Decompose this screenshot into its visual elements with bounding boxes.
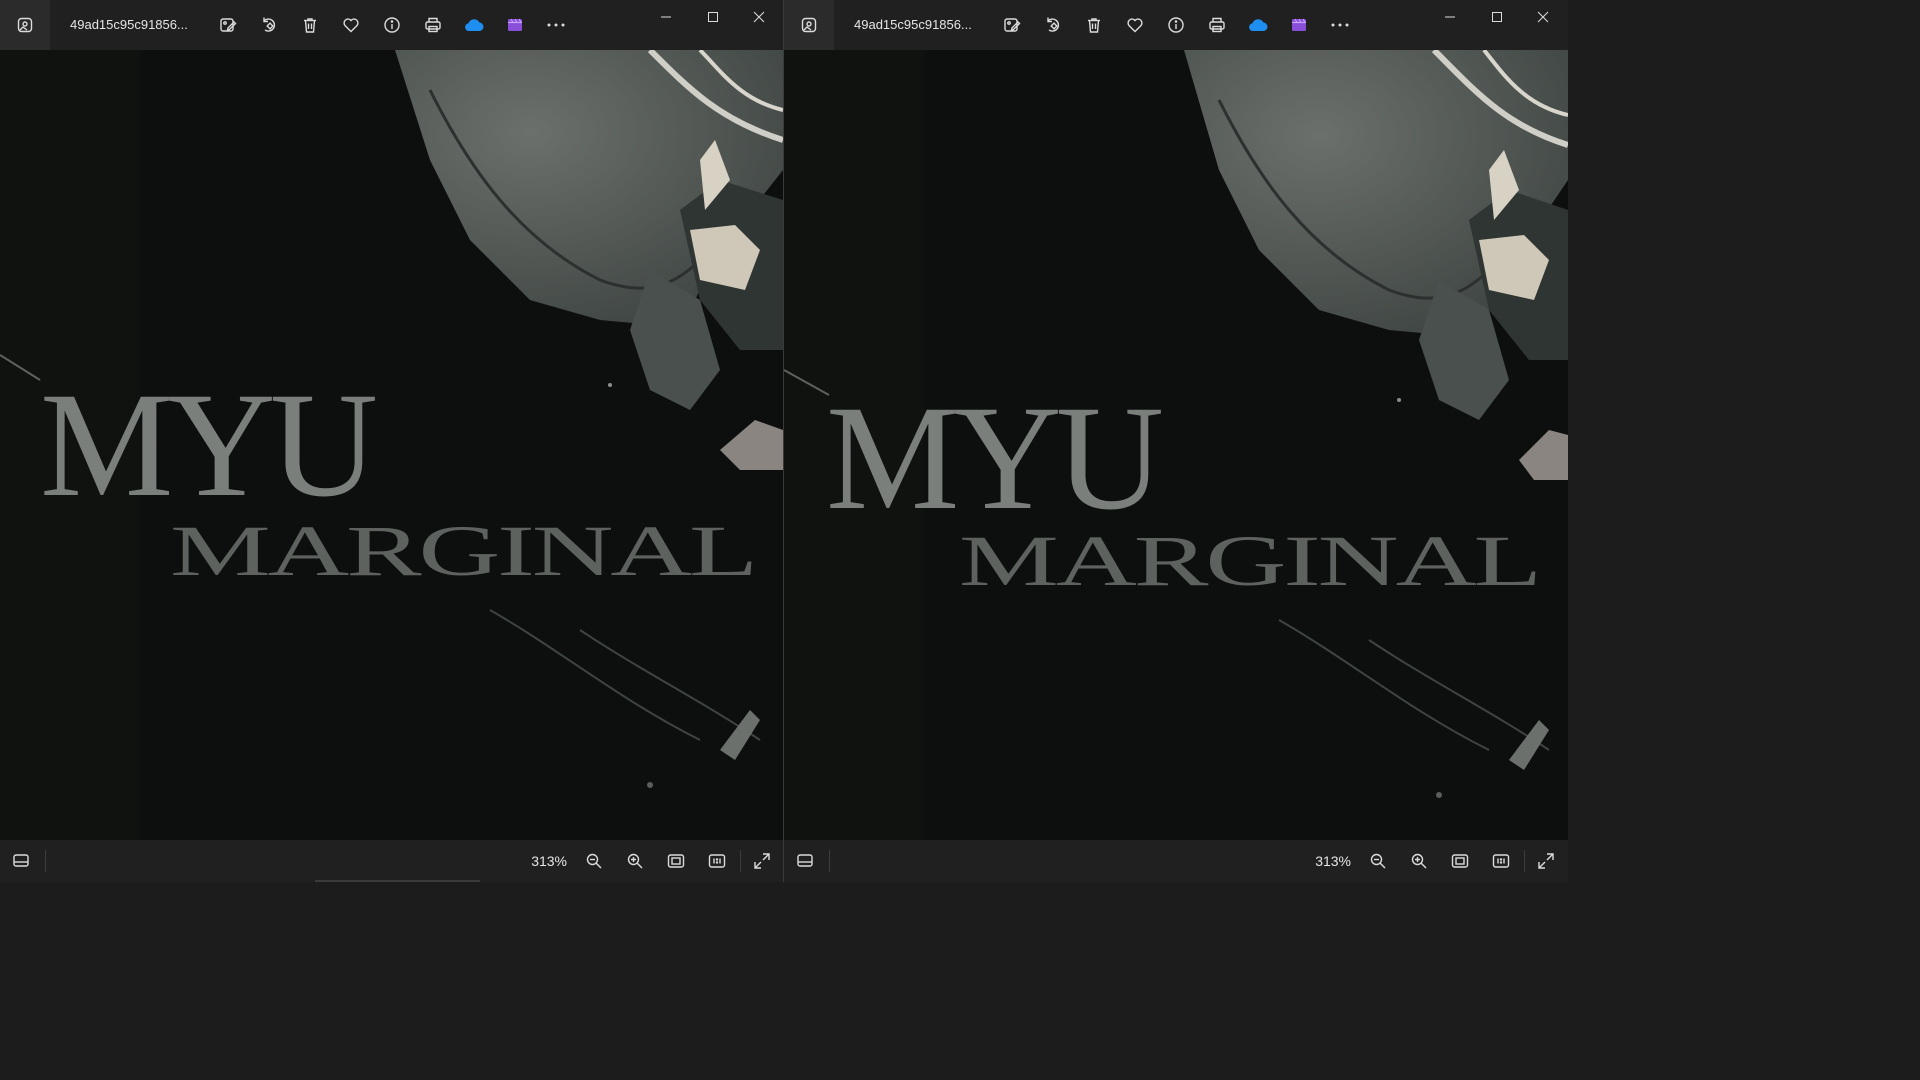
info-button[interactable] [1160, 9, 1192, 41]
info-icon [1168, 17, 1184, 33]
zoom-in-icon [1411, 853, 1427, 869]
close-button[interactable] [1520, 0, 1566, 34]
scroll-indicator [315, 880, 480, 882]
onedrive-button[interactable] [1242, 9, 1274, 41]
photos-app-icon[interactable] [784, 0, 834, 50]
print-button[interactable] [1201, 9, 1233, 41]
image-canvas[interactable]: MYU MARGINAL [784, 50, 1568, 840]
rotate-icon [263, 17, 276, 32]
info-icon [384, 17, 400, 33]
actual-size-icon [708, 854, 726, 868]
artwork-image: MYU MARGINAL [784, 50, 1568, 840]
onedrive-button[interactable] [458, 9, 490, 41]
clipchamp-button[interactable] [499, 9, 531, 41]
zoom-out-button[interactable] [578, 845, 610, 877]
full-screen-icon [1538, 853, 1554, 869]
close-icon [1537, 11, 1549, 23]
full-screen-button[interactable] [1530, 845, 1562, 877]
minimize-icon [1445, 16, 1455, 18]
filmstrip-icon [13, 854, 29, 867]
close-button[interactable] [736, 0, 782, 34]
more-button[interactable] [1324, 9, 1356, 41]
more-icon [547, 23, 565, 27]
separator [829, 850, 830, 872]
fit-to-window-button[interactable] [1444, 845, 1476, 877]
rotate-icon [1047, 17, 1060, 32]
status-bar: 313% [0, 840, 783, 882]
zoom-out-icon [1370, 853, 1386, 869]
filmstrip-button[interactable] [5, 845, 37, 877]
maximize-icon [1492, 12, 1502, 22]
close-icon [753, 11, 765, 23]
delete-icon [304, 18, 316, 33]
actual-size-icon [1492, 854, 1510, 868]
zoom-level: 313% [1315, 853, 1351, 869]
maximize-button[interactable] [1474, 0, 1520, 34]
minimize-button[interactable] [1427, 0, 1473, 34]
minimize-button[interactable] [643, 0, 689, 34]
info-button[interactable] [376, 9, 408, 41]
filmstrip-icon [797, 854, 813, 867]
fit-to-window-button[interactable] [660, 845, 692, 877]
zoom-level: 313% [531, 853, 567, 869]
file-name: 49ad15c95c91856... [854, 17, 972, 32]
fit-to-window-icon [1451, 854, 1469, 868]
favorite-icon [1127, 18, 1143, 33]
actual-size-button[interactable] [1485, 845, 1517, 877]
zoom-out-icon [586, 853, 602, 869]
delete-icon [1088, 18, 1100, 33]
photos-window-left: 49ad15c95c91856... MYU MARGINAL 313% [0, 0, 783, 882]
status-bar: 313% [784, 840, 1568, 882]
photos-window-right: 49ad15c95c91856... MYU MARGINAL 313% [784, 0, 1568, 882]
title-bar: 49ad15c95c91856... [0, 0, 783, 50]
separator [1524, 850, 1525, 872]
artwork-image: MYU MARGINAL [0, 50, 783, 840]
print-icon [425, 17, 441, 33]
rotate-button[interactable] [253, 9, 285, 41]
maximize-icon [708, 12, 718, 22]
separator [45, 850, 46, 872]
rotate-button[interactable] [1037, 9, 1069, 41]
image-canvas[interactable]: MYU MARGINAL [0, 50, 783, 840]
separator [740, 850, 741, 872]
artwork-title-line2: MARGINAL [170, 511, 755, 591]
filmstrip-button[interactable] [789, 845, 821, 877]
print-icon [1209, 17, 1225, 33]
more-button[interactable] [540, 9, 572, 41]
clipchamp-icon [508, 18, 522, 31]
delete-button[interactable] [294, 9, 326, 41]
favorite-button[interactable] [1119, 9, 1151, 41]
favorite-icon [343, 18, 359, 33]
full-screen-icon [754, 853, 770, 869]
favorite-button[interactable] [335, 9, 367, 41]
artwork-title-line1: MYU [40, 362, 376, 528]
fit-to-window-icon [667, 854, 685, 868]
onedrive-icon [465, 19, 484, 31]
maximize-button[interactable] [690, 0, 736, 34]
clipchamp-button[interactable] [1283, 9, 1315, 41]
file-name: 49ad15c95c91856... [70, 17, 188, 32]
print-button[interactable] [417, 9, 449, 41]
edit-image-icon [220, 18, 237, 32]
title-bar: 49ad15c95c91856... [784, 0, 1568, 50]
artwork-title-line1: MYU [826, 375, 1162, 541]
zoom-out-button[interactable] [1362, 845, 1394, 877]
delete-button[interactable] [1078, 9, 1110, 41]
artwork-title-line2: MARGINAL [959, 521, 1539, 601]
edit-image-button[interactable] [996, 9, 1028, 41]
edit-image-button[interactable] [212, 9, 244, 41]
full-screen-button[interactable] [746, 845, 778, 877]
more-icon [1331, 23, 1349, 27]
onedrive-icon [1249, 19, 1268, 31]
clipchamp-icon [1292, 18, 1306, 31]
actual-size-button[interactable] [701, 845, 733, 877]
zoom-in-button[interactable] [619, 845, 651, 877]
minimize-icon [661, 16, 671, 18]
photos-app-icon[interactable] [0, 0, 50, 50]
zoom-in-button[interactable] [1403, 845, 1435, 877]
edit-image-icon [1004, 18, 1021, 32]
zoom-in-icon [627, 853, 643, 869]
